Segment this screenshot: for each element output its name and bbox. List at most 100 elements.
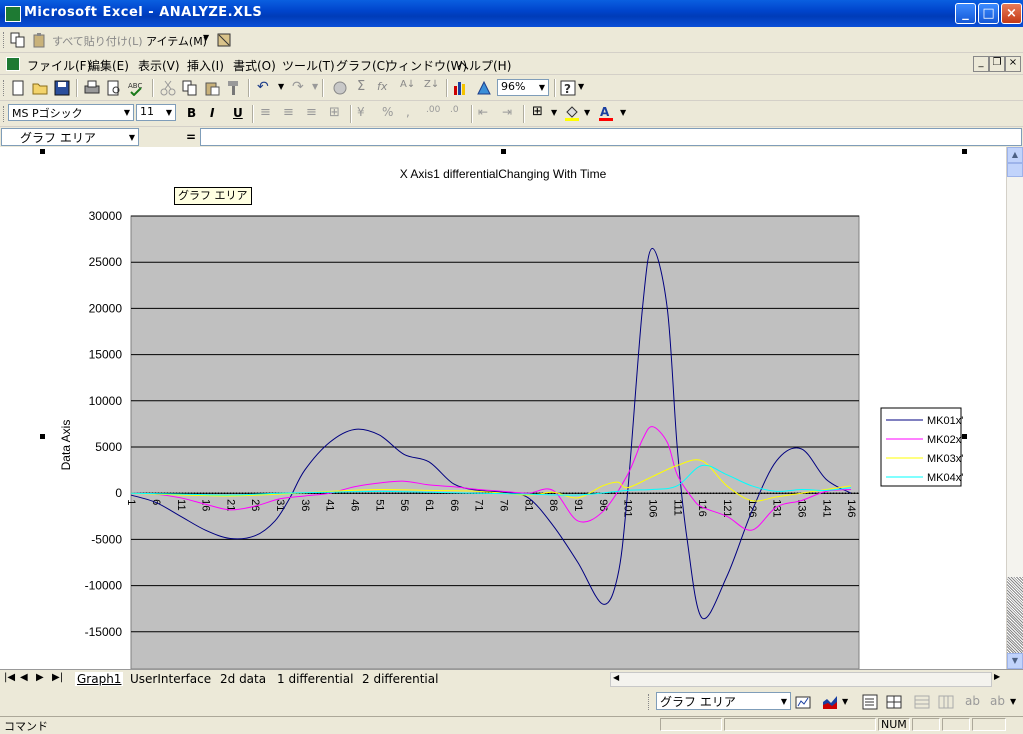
items-menu-button[interactable]: アイテム(M) xyxy=(146,33,207,49)
percent-icon[interactable]: % xyxy=(382,105,393,119)
align-center-icon[interactable]: ≡ xyxy=(283,105,294,120)
chart[interactable]: X Axis1 differentialChanging With Time Da… xyxy=(0,147,1006,669)
vertical-scrollbar[interactable]: ▲ ▼ xyxy=(1006,147,1023,669)
font-select[interactable]: MS Pゴシック ▼ xyxy=(8,104,134,121)
sheet-tab-2-differential[interactable]: 2 differential xyxy=(362,672,438,686)
excel-app-icon[interactable] xyxy=(5,6,21,22)
sort-descending-icon[interactable]: Z↓ xyxy=(424,79,439,90)
align-right-icon[interactable]: ≡ xyxy=(306,105,317,120)
chevron-down-icon[interactable]: ▼ xyxy=(121,105,133,120)
format-painter-icon[interactable] xyxy=(226,80,242,96)
first-sheet-icon[interactable]: |◀ xyxy=(4,672,15,683)
hyperlink-icon[interactable] xyxy=(332,80,348,96)
chevron-down-icon[interactable]: ▼ xyxy=(278,82,284,91)
borders-icon[interactable]: ⊞ xyxy=(532,104,543,119)
function-icon[interactable]: fx xyxy=(377,80,387,93)
increase-indent-icon[interactable]: ⇥ xyxy=(502,105,512,119)
drawing-toolbar-icon[interactable] xyxy=(476,80,492,96)
scroll-down-icon[interactable]: ▼ xyxy=(1007,653,1023,669)
chevron-down-icon[interactable]: ▼ xyxy=(584,108,590,117)
format-chart-area-icon[interactable] xyxy=(795,694,811,710)
spelling-icon[interactable]: ABC xyxy=(128,80,144,96)
decrease-indent-icon[interactable]: ⇤ xyxy=(478,105,488,119)
menu-format[interactable]: 書式(O) xyxy=(233,57,276,74)
sort-ascending-icon[interactable]: A↓ xyxy=(400,79,415,90)
open-folder-icon[interactable] xyxy=(32,80,48,96)
angle-text-up-icon[interactable]: ab xyxy=(990,694,1005,708)
prev-sheet-icon[interactable]: ◀ xyxy=(20,672,28,683)
increase-decimal-icon[interactable]: .00 xyxy=(426,105,440,115)
chevron-down-icon[interactable]: ▼ xyxy=(203,33,209,42)
workbook-icon[interactable] xyxy=(6,57,20,71)
maximize-button[interactable]: □ xyxy=(978,3,999,24)
chevron-down-icon[interactable]: ▼ xyxy=(778,693,790,709)
decrease-decimal-icon[interactable]: .0 xyxy=(450,105,459,115)
horizontal-scrollbar[interactable]: ◀ xyxy=(610,672,992,687)
font-color-icon[interactable]: A xyxy=(598,105,614,121)
chevron-down-icon[interactable]: ▼ xyxy=(1010,697,1016,706)
sheet-tab-userinterface[interactable]: UserInterface xyxy=(130,672,211,686)
italic-icon[interactable]: I xyxy=(210,106,214,120)
data-table-icon[interactable] xyxy=(886,694,902,710)
merge-center-icon[interactable]: ⊞ xyxy=(329,105,340,120)
menu-insert[interactable]: 挿入(I) xyxy=(187,57,224,74)
chevron-down-icon[interactable]: ▼ xyxy=(842,697,848,706)
undo-icon[interactable]: ↶ xyxy=(257,79,269,95)
sheet-tab-1-differential[interactable]: 1 differential xyxy=(277,672,353,686)
chevron-down-icon[interactable]: ▼ xyxy=(551,108,557,117)
toolbar-grip[interactable] xyxy=(3,106,7,122)
chart-type-icon[interactable] xyxy=(822,694,838,710)
menu-chart[interactable]: グラフ(C) xyxy=(336,57,390,74)
font-size-select[interactable]: 11 ▼ xyxy=(136,104,176,121)
menu-edit[interactable]: 編集(E) xyxy=(88,57,129,74)
next-sheet-icon[interactable]: ▶ xyxy=(36,672,44,683)
bold-icon[interactable]: B xyxy=(187,106,196,120)
doc-minimize-button[interactable]: _ xyxy=(973,56,989,72)
new-document-icon[interactable] xyxy=(10,80,26,96)
last-sheet-icon[interactable]: ▶| xyxy=(52,672,63,683)
chevron-down-icon[interactable]: ▼ xyxy=(536,80,548,95)
by-column-icon[interactable] xyxy=(938,694,954,710)
currency-icon[interactable]: ¥ xyxy=(357,105,365,119)
by-row-icon[interactable] xyxy=(914,694,930,710)
menu-view[interactable]: 表示(V) xyxy=(138,57,180,74)
paste-all-icon[interactable] xyxy=(32,32,48,48)
chevron-down-icon[interactable]: ▼ xyxy=(578,82,584,91)
doc-close-button[interactable]: × xyxy=(1005,56,1021,72)
print-preview-icon[interactable] xyxy=(106,80,122,96)
toolbar-grip[interactable] xyxy=(3,80,7,96)
help-icon[interactable]: ? xyxy=(560,80,576,96)
copy-icon[interactable] xyxy=(10,32,26,48)
sheet-tab-2d-data[interactable]: 2d data xyxy=(220,672,266,686)
doc-restore-button[interactable]: ❐ xyxy=(989,56,1005,72)
paste-all-button[interactable]: すべて貼り付け(L) xyxy=(52,33,143,49)
name-box[interactable]: グラフ エリア ▼ xyxy=(1,128,139,146)
chart-wizard-icon[interactable] xyxy=(453,80,469,96)
comma-icon[interactable]: , xyxy=(406,105,410,119)
zoom-select[interactable]: 96% ▼ xyxy=(497,79,549,96)
legend-icon[interactable] xyxy=(862,694,878,710)
scroll-track[interactable] xyxy=(1007,577,1023,653)
print-icon[interactable] xyxy=(84,80,100,96)
paste-icon[interactable] xyxy=(204,80,220,96)
toolbar-grip[interactable] xyxy=(648,694,652,710)
chevron-down-icon[interactable]: ▼ xyxy=(163,105,175,120)
angle-text-down-icon[interactable]: ab xyxy=(965,694,980,708)
chevron-down-icon[interactable]: ▼ xyxy=(312,82,318,91)
formula-equals-button[interactable]: = xyxy=(186,130,196,144)
scroll-right-icon[interactable]: ▶ xyxy=(994,672,1000,681)
scroll-up-icon[interactable]: ▲ xyxy=(1007,147,1023,163)
autosum-icon[interactable]: Σ xyxy=(357,79,365,94)
redo-icon[interactable]: ↷ xyxy=(292,79,304,95)
close-button[interactable]: × xyxy=(1001,3,1022,24)
align-left-icon[interactable]: ≡ xyxy=(260,105,271,120)
chart-object-select[interactable]: グラフ エリア ▼ xyxy=(656,692,791,710)
menu-window[interactable]: ウィンドウ(W) xyxy=(386,57,467,74)
scroll-left-icon[interactable]: ◀ xyxy=(613,673,619,682)
menu-file[interactable]: ファイル(F) xyxy=(27,57,91,74)
chevron-down-icon[interactable]: ▼ xyxy=(126,129,138,145)
menu-tools[interactable]: ツール(T) xyxy=(282,57,335,74)
menu-help[interactable]: ヘルプ(H) xyxy=(457,57,511,74)
fill-color-icon[interactable] xyxy=(564,105,580,121)
cut-icon[interactable] xyxy=(160,80,176,96)
